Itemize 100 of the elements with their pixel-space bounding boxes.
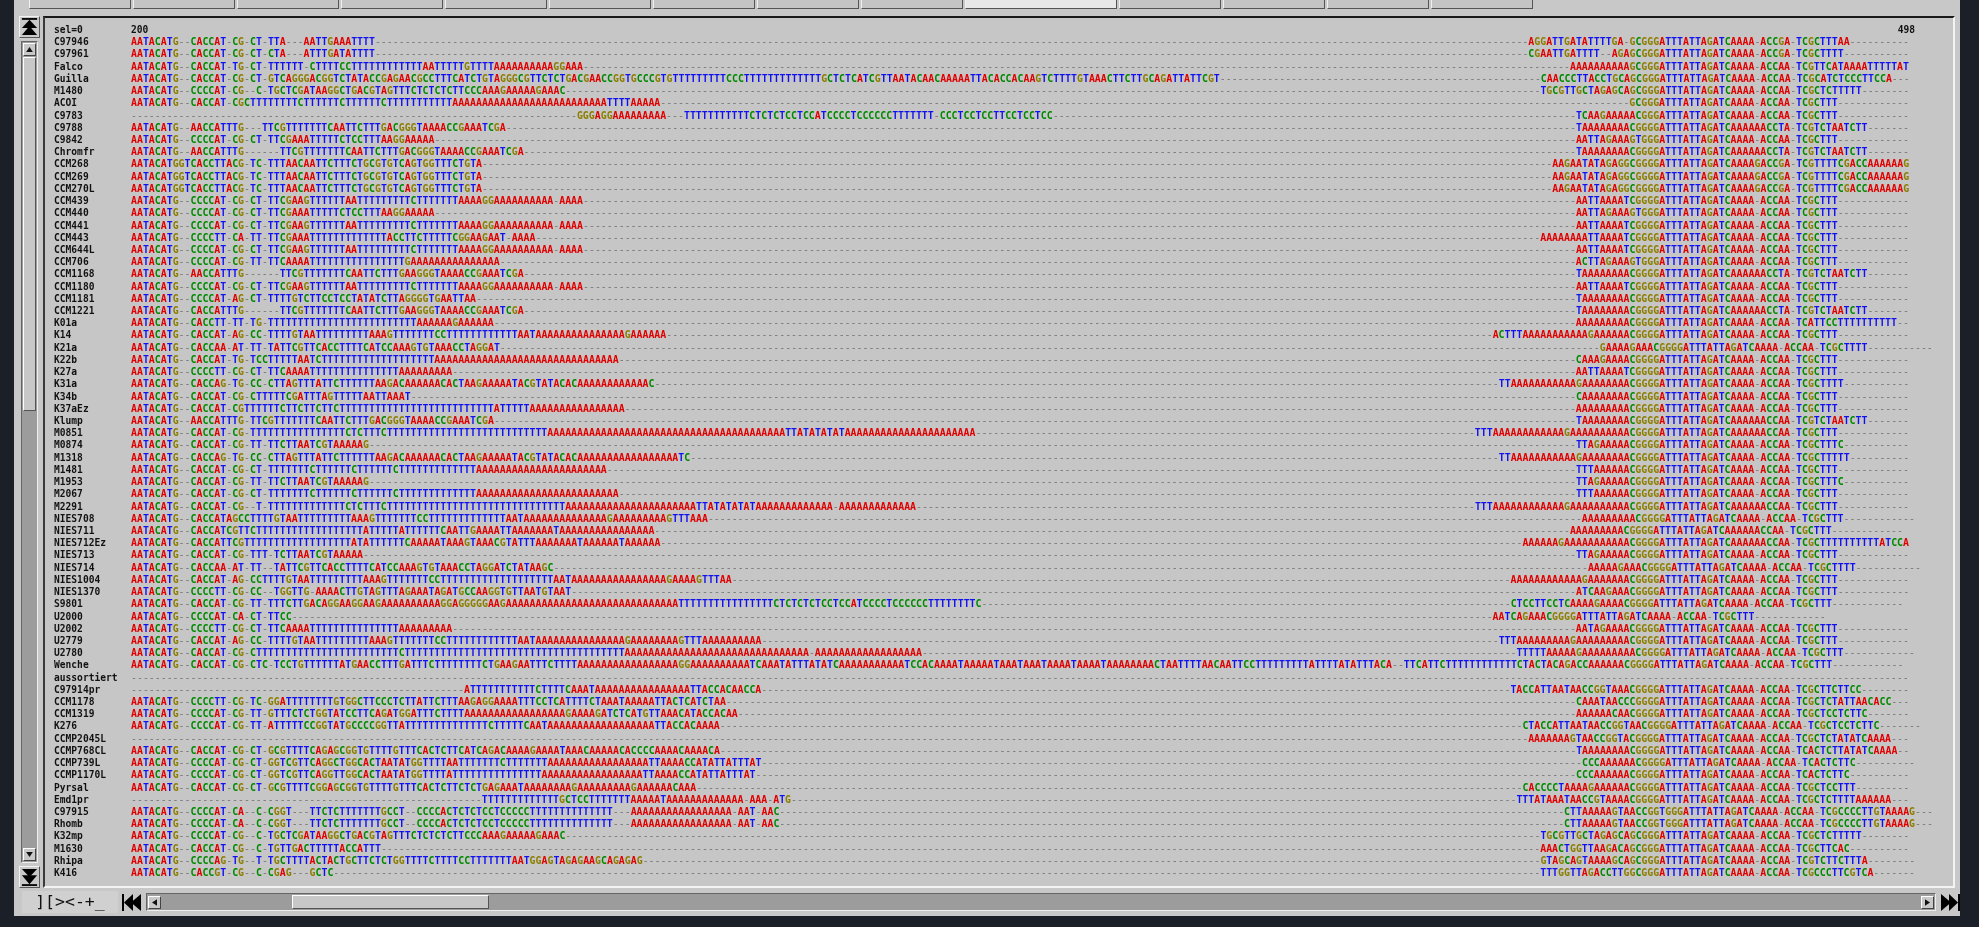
sequence-text: AATACATG--CACCATAGCCTTTTGTAATTTTTTTTTAAAGTTTTTTTCCTTTTTTTTTTTTTAATAAAAAAAAAAAAAAGAAAAAAAAAGTTTAAA---------------------------------------------------------------------------------------------------------------------------------------------------AAAAAAAAACGGGGATTTATTAGATCAAAA-ACCAA-TCGCTTT------------ (131, 512, 1915, 525)
sequence-text: AATACATG--CACCAG-TG-CC-CTTAGTTTATTCTTTTTTAAGACAAAAAACACTAAGAAAAATACGTATACACAAAAAAAAAAAAC----------------------------------------------------------------------------------------------------------------------------------------------TTAAAAAAAAAAAGAAAAAAAACGGGGATTTATTAGATCAAAA-ACCAA-TCGCTTTT----------- (131, 378, 1910, 391)
sequence-text: AATACATG--CCCCAT-AG-CT-TTTTGTCTTCCTCCTATATCTTAGGGGTGAATTAA-----------------------------------------------------------------------------------------------------------------------------------------------------------------------------------------TAAAAAAAACGGGGATTTATTAGATCAAAA-ACCAA-TCGCTTT------------ (131, 292, 1909, 306)
sequence-text: AATACATG--CACCAT-AG-CC-TTTTGTAATTTTTTTTTAAAGTTTTTTTCCTTTTTTTTTTTTAATAAAAAAAAAAAAAAAGAAAAAAAAGTTTAAAAAAAAAA----------------------------------------------------------------------------------------------------------------------------TTTAAAAAAAAAGAAAAAAAAACGGGGATTTATTAGATCAAAA-ACCAA-TCGCTTT------------ (131, 634, 1909, 648)
edit-symbols[interactable]: ][><-+_ (35, 892, 105, 912)
sequence-name: CCM644L (54, 243, 96, 257)
toolbar-button[interactable] (1223, 0, 1325, 9)
sequence-name: NIES708 (54, 512, 96, 525)
sequence-text: -------------------------------------------------------------------------------------------------------------------------------------------------------------------------------------------------------------------------------------------AAAAAAAGTAACCGGTACGGGGATTTATTAGATCAAAA-ACCAA-TCGCTCTATATCAAAA--- (131, 732, 1909, 745)
sequence-text: AATACATGGTCACCTTACG-TC-TTTAACAATTCTTTCTGCGTGTCAGTGGTTTCTGTA------------------------------------------------------------------------------------------------------------------------------------------------------------------------------------AAGAATATAGAGGCGGGGATTTATTAGATCAAAAGACCGA-TCGTTTTCGACCAAAAAAG (131, 170, 1910, 183)
sequence-name: M0874 (54, 439, 84, 452)
scroll-to-end-button[interactable] (1940, 892, 1960, 912)
left-arrow-icon (151, 898, 157, 906)
toolbar-button[interactable] (653, 0, 755, 9)
sequence-text: AATACATG--CACCAT-CG-CT-GCGTTTTCGGAGCGGTGTTTTGTTTCACTCTTCTCTGAGAAATAAAAAAAAGAAAAAAAAAGAAAAAACAAA-------------------------------------------------------------------------------------------------------------------------------------------CACCCCTAAAAGAAAAAACGGGGATTTATTAGATCAAAA-ACCAA-TCGCTCCTTT--------- (131, 781, 1910, 794)
scroll-up-button[interactable] (23, 43, 36, 56)
sequence-text: AATACATG--CACCATTTG------TTCGTTTTTTTCAATTCTTTGAAGGGTAAAACCGAAATCGA---------------------------------------------------------------------------------------------------------------------------------------------------------------------------------TAAAAAAAACGGGGATTTATTAGATCAAAAAACCTA-TCGTCTAATCTT------- (131, 305, 1909, 318)
sequence-name: CCM706 (54, 256, 90, 269)
sequence-text: AATACATG--CCCCAT-CG-CT-TTCGAAGTTTTTTAATTTTTTTTTCTTTTTTTAAAAGGAAAAAAAAAA-AAAA-----------------------------------------------------------------------------------------------------------------------------------------------------------------------AATTAAAATCGGGGATTTATTAGATCAAAA-ACCAA-TCGCTTT------------ (131, 280, 1909, 293)
toolbar-button[interactable] (1431, 0, 1533, 9)
toolbar-button[interactable] (29, 0, 131, 9)
sequence-text: ----------------------------------------------------------------------------------------------------------------------------------------------------------------------------------------------------------------------------------------------------------------------------------------------------------- (131, 671, 1909, 684)
scroll-down-button[interactable] (23, 848, 36, 861)
sequence-name: Rhomb (54, 818, 84, 831)
sequence-name: NIES1370 (54, 586, 102, 599)
sequence-name: Emd1pr (54, 793, 90, 806)
toolbar-button[interactable] (757, 0, 859, 9)
sequence-name: CCMP768CL (54, 744, 107, 758)
sequence-text: AATACATG--CACCAT-AG-CC-TTTTGTAATTTTTTTTTAAAGTTTTTTTCCTTTTTTTTTTTTAATAAAAAAAAAAAAAAAGAAAAAA-------------------------------------------------------------------------------------------------------------------------------------------ACTTTAAAAAAAAAAAGAAAAAACGGGGATTTATTAGATCAAAA-ACCAA-TCGCTTT------------ (131, 329, 1909, 342)
sequence-text: AATACATG--CCCCTT-CG-TC-GGATTTTTTTTGTGGCTTCCCTCTTATTCTTTAAGAGGAAAATTTCCTCATTTTCTAAATAAAAATTACTCATCTAA-----------------------------------------------------------------------------------------------------------------------------------------------CAAATAACCCGGGGATTTATTAGATCAAAA-ACCAA-TCGCTCTATTAACACC--- (131, 696, 1910, 709)
sequence-text: AATACATG--CACCAA-AT-TT--TATTCGTTCACCTTTTCATCCAAAGTGTAAACCTAGGATCTATAAGC------------------------------------------------------------------------------------------------------------------------------------------------------------------------------AAAAAGAAACGGGGATTTATTAGATCAAAA-ACCAA-TCGCTTTT----------- (131, 561, 1921, 574)
scroll-thumb[interactable] (23, 57, 36, 411)
sequence-name: NIES712Ez (54, 537, 107, 550)
toolbar-button[interactable] (341, 0, 443, 9)
toolbar-button[interactable] (1327, 0, 1429, 9)
sequence-text: AATACATG--CCCCAT-CG--C-TGCTCGATAAGGCTGACGTAGTTTCTCTCTCTTCCCAAAGAAAAAGAAAC--------------------------------------------------------------------------------------------------------------------------------------------------------------------TGCGTTGCTAGAGCAGCGGGATTTATTAGATCAAAA-ACCAA-TCGCTCTTTTT-------- (131, 85, 1910, 98)
sequence-text: AATACATG--AACCATTTG------TTCGTTTTTTTCAATTCTTTGACGGGTAAAACCGAAATCGA---------------------------------------------------------------------------------------------------------------------------------------------------------------------------------TAAAAAAAACGGGGATTTATTAGATCAAAAAACCTA-TCGTCTAATCTT------- (131, 146, 1909, 159)
sequence-text: AATACATG--CACCAT-CG-TTTTTTTTTTTTTTTTCTCTTTCTTTTTTTTTTTTTTTTTTTTTTTTTTTAAAAAAAAAAAAAAAAAAAAAAAAAAAAAAAAAAAAAAAATTATATATATAAAAAAAAAAAAAAAAAAAAAA------------------------------------------------------------------------------------TTTAAAAAAAAAAAAGAAAAAAAAAACGGGGATTTATTAGATCAAAAAACCAA-TCGCTTT------------ (131, 427, 1909, 440)
double-up-arrow-icon (21, 18, 38, 36)
sequence-name: C9842 (54, 133, 84, 147)
sequence-name: NIES714 (54, 561, 96, 574)
sequence-name: Wenche (54, 659, 90, 672)
sequence-text: AATACATG--CCCCAT-CG-CT-TTCGAAGTTTTTTAATTTTTTTTTCTTTTTTTAAAAGGAAAAAAAAAA-AAAA-----------------------------------------------------------------------------------------------------------------------------------------------------------------------AATTAAAATCGGGGATTTATTAGATCAAAA-ACCAA-TCGCTTT------------ (131, 219, 1909, 232)
toolbar-button[interactable] (1119, 0, 1221, 9)
sequence-text: AATACATG--CACCAT-CG--C-TGTTGACTTTTTACCATTT---------------------------------------------------------------------------------------------------------------------------------------------------------------------------------------------------AAACTGGTTAAGACAGCGGGATTTATTAGATCAAAA-ACCAA-TCGCTTCAC---------- (131, 842, 1910, 855)
sequence-name: CCM1168 (54, 268, 96, 281)
sequence-name: K27a (54, 366, 79, 379)
sequence-text: AATACATG--CCCCTT-CA-TT-TTCGAAATTTTTTTTTTTTTACCTTCTTTTTCGGAAGAAT-AAAA-------------------------------------------------------------------------------------------------------------------------------------------------------------------------AAAAAAAATTAAAATCGGGGATTTATTAGATCAAAA-ACCAA-TCGCTTT------------ (131, 231, 1909, 244)
sequence-text: AATACATG--CACCAT-CG--T-TTTTTTTTTTTTTCTCTTTCTTTTTTTTTTTTTTTTTTTTTTTTTTTTTTAAAAAAAAAAAAAAAAAAAAAATTATATATATAAAAAAAAAAAAA-AAAAAAAAAAAAA----------------------------------------------------------------------------------------------TTTAAAAAAAAAAAAGAAAAAAAAAACGGGGATTTATTAGATCAAAAAACCAA-TCGCTTT------------ (131, 500, 1910, 513)
sequence-name: C97914pr (54, 683, 102, 697)
sequence-name: CCMP2045L (54, 732, 107, 745)
scroll-to-bottom-button[interactable] (19, 866, 40, 888)
sequence-name: U2002 (54, 622, 84, 635)
sequence-text: AATACATG--CACCAT-CG-TT-TTTCTTGACAGGAAGGAAGAAAAAAAAAAGGAGGGGGAAGAAAAAAAAAAAAAAAAAAAAAAAAAAAAATTTTTTTTTTTTTTTTCTCTCTCTCCTCCATCCCCTCCCCCCTTTTTTTTC-----------------------------------------------------------------------------------------CTCCTTCCTCAAAAGAAAACGGGGATTTATTAGATCAAAA-ACCAA-TCGCTTT------------ (131, 598, 1904, 611)
toolbar-button[interactable] (549, 0, 651, 9)
toolbar-button[interactable] (133, 0, 235, 9)
scroll-right-button[interactable] (1921, 895, 1935, 909)
down-arrow-icon (26, 852, 33, 857)
sequence-text: AATACATG--CACCAT-CG-CT-GCGTTTTCAGAGCGGTGTTTTGTTTCACTCTTCATCAGACAAAAGAAAATAAACAAAAACACCCCAAAACAAAACA------------------------------------------------------------------------------------------------------------------------------------------------TAAAAAAAACGGGGATTTATTAGATCAAAA-ACCAA-TCACTCTTATATCAAAA-- (131, 744, 1910, 758)
sequence-text: ---------------------------------------------------------------------------GGGAGGAAAAAAAAA---TTTTTTTTTTTCTCTCTCCTCCATCCCCTCCCCCCTTTTTTT-CCCTCCTCCTTCCTCCTCC----------------------------------------------------------------------------------------TCAAGAAAAACGGGATTTATTAGATCAAAA-ACCAA-TCGCTTT------------ (131, 109, 1909, 122)
sequence-name: NIES713 (54, 549, 96, 562)
right-arrow-icon (1925, 898, 1931, 906)
sequence-text: AATACATG--CACCAT-AG-CCTTTTGTAATTTTTTTTTAAAGTTTTTTTCCTTTTTTTTTTTTTTTTTTTAATAAAAAAAAAAAAAAAAGAAAAGTTTAA-----------------------------------------------------------------------------------------------------------------------------------AAAAAAAAAAAAGAAAAAAACGGGGATTTATTAGATCAAAA-ACCAA-TCGCTTT------------ (131, 573, 1909, 587)
sequence-name: ACOI (54, 97, 79, 110)
sequence-name: K21a (54, 341, 79, 354)
sequence-name: M1480 (54, 85, 84, 98)
sequence-text: AATACATG--CACCGT-CG--C-CGAG---GCTC-----------------------------------------------------------------------------------------------------------------------------------------------------------------------------------------------------------TTTGGTTAGACCTTGGCGGGATTTATTAGATCAAAA-ACCAA-TCGCCCTTCGTCA------- (131, 867, 1915, 880)
sequence-text: AATACATG--CCCCAT-CG-TT-TTCAAAATTTTTTTTTTTTTTTTGAAAAAAAAAAAAAAA-------------------------------------------------------------------------------------------------------------------------------------------------------------------------------------ACTTAGAAAGTGGGATTTATTAGATCAAAA-ACCAA-TCGCTTT------------ (131, 256, 1909, 269)
double-left-arrow-icon (122, 892, 142, 912)
sequence-name: K22b (54, 353, 79, 367)
sequence-name: Rhipa (54, 854, 84, 868)
sequence-text: -----------------------------------------------------------TTTTTTTTTTTTTGCTCCTTTTTTTAAAAATAAAAAAAAAAAAA-AAA-ATG--------------------------------------------------------------------------------------------------------------------------TTTATAAATAACCGTAAAACGGGGATTTATTAGATCAAAA-ACCAA-TCGCTCTTTTAAAAAA--- (131, 793, 1909, 806)
sequence-name: K34b (54, 390, 79, 403)
sequence-name: S9801 (54, 598, 84, 611)
sequence-name: M1953 (54, 476, 84, 489)
sequence-name: CCMP1170L (54, 769, 107, 782)
toolbar-button[interactable] (965, 0, 1117, 9)
sequence-text: AATACATG--CACCAT-CG-TT-TTCTTAATCGTAAAAAG-----------------------------------------------------------------------------------------------------------------------------------------------------------------------------------------------------------TTAGAAAAACGGGGATTTATTAGATCAAAA-ACCAA-TCGCTTTC----------- (131, 439, 1909, 452)
sequence-name: C9788 (54, 121, 84, 134)
sequence-text: AATACATG--CACCAT-CG-CT-CTA---ATTTGATATTTT--------------------------------------------------------------------------------------------------------------------------------------------------------------------------------------------------CGAATTGATTTT--AGAGCGGGATTTATTAGATCAAAA-ACCGA-TCGCTTTT----------- (131, 48, 1910, 61)
sequence-name: CCM443 (54, 231, 90, 244)
sequence-name: M1318 (54, 451, 84, 464)
sequence-text: AATACATG--CACCAT-CG-CT-TTTTTTTCTTTTTTCTTTTTTCTTTTTTTTTTTTTAAAAAAAAAAAAAAAAAAAAAA-------------------------------------------------------------------------------------------------------------------------------------------------------------------TTTAAAAAACGGGGATTTATTAGATCAAAA-ACCAA-TCGCTTT------------ (131, 463, 1909, 477)
sequence-text: AATACATG--CCCCAG-TG--T-TGCTTTTACTACTGCTTCTCTGGTTTTCTTTTCCTTTTTTTAATGGAGTAGAGAAGCAGAGAG-------------------------------------------------------------------------------------------------------------------------------------------------------GTAGCAGTAAAAGCAGCGGGATTTATTAGATCAAAA-ACCAA-TCGTCTTCTTTA-------- (131, 854, 1916, 868)
scroll-left-button[interactable] (147, 895, 161, 909)
scroll-thumb[interactable] (291, 895, 489, 909)
toolbar-button[interactable] (237, 0, 339, 9)
horizontal-scrollbar[interactable] (145, 893, 1937, 911)
end-position: 498 (1897, 24, 1915, 37)
sequence-name: K31a (54, 378, 79, 391)
sequence-text: AATACATG--AACCATTTG------TTCGTTTTTTTCAATTCTTTGAAGGGTAAAACCGAAATCGA---------------------------------------------------------------------------------------------------------------------------------------------------------------------------------TAAAAAAAACGGGGATTTATTAGATCAAAAAACCTA-TCGTCTAATCTT------- (131, 268, 1909, 281)
vertical-scrollbar[interactable] (21, 41, 38, 863)
sequence-name: K416 (54, 867, 79, 880)
sequence-text: AATACATG--CCCCAT-CA--C-CGGT---TTCTCTTTTTTTGCCT--CCCCACTCTCTCCTCCCCCTTTTTTTTTTTTTT---AAAAAAAAAAAAAAAAA-AAT-AAC------------------------------------------------------------------------------------------------------------------------------------CTTAAAAAGTAACCGGTGGGATTTATTAGATCAAAA-ACCAA-TCGCCCCTTGTAAAAG--- (131, 806, 1933, 819)
toolbar-button[interactable] (445, 0, 547, 9)
sequence-text: AATACATG--CCCCAT-CG-CT-GGTCGTTCAGGTTGGCACTAATATGGTTTTATTTTTTTTTTTTTTTAAAAAAAAAAAAAAAAATTAAAACCATATTATTTAT------------------------------------------------------------------------------------------------------------------------------------------CCCAAAAAACGGGGATTTATTAGATCAAAA-ACCAA-TCACTCTTC---------- (131, 769, 1910, 782)
sequence-name: C97946 (54, 36, 90, 49)
scroll-to-top-button[interactable] (19, 16, 40, 38)
toolbar-button[interactable] (861, 0, 963, 9)
sequence-name: CCM1178 (54, 696, 96, 709)
